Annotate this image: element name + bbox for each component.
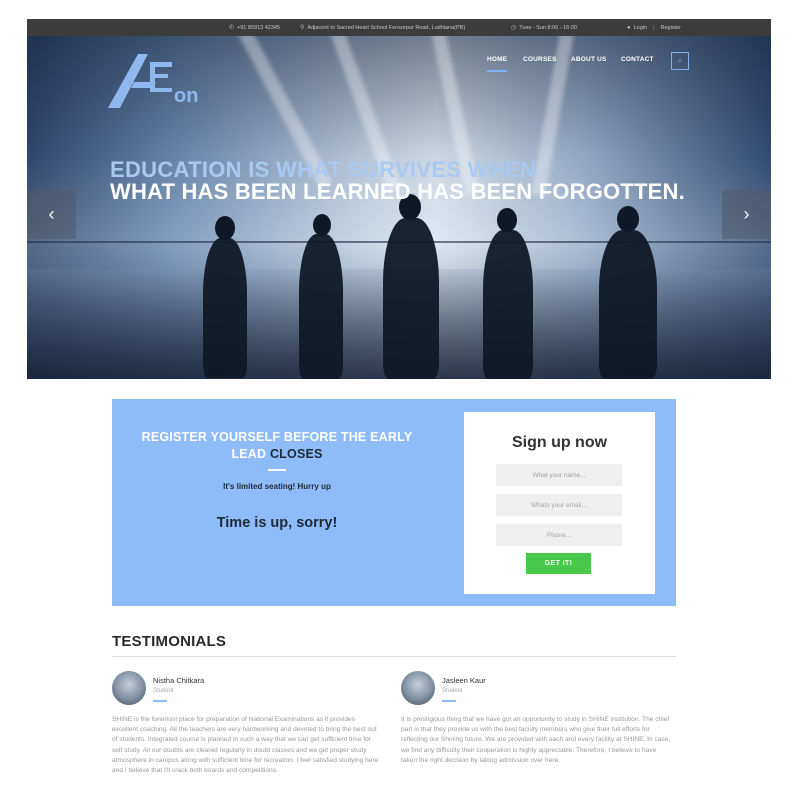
phone-input[interactable] (496, 524, 622, 546)
logo-on-text: on (174, 85, 198, 107)
chevron-left-icon: ‹ (48, 204, 55, 224)
avatar (401, 671, 435, 705)
hours-info: ◷ Tues - Sun 8:00 - 16:00 (511, 24, 577, 32)
logo-stroke-a (108, 54, 148, 108)
hours-text: Tues - Sun 8:00 - 16:00 (519, 24, 577, 31)
logo-stroke-e (150, 88, 172, 92)
login-link[interactable]: Login (634, 25, 647, 31)
hero-headline-line2: WHAT HAS BEEN LEARNED HAS BEEN FORGOTTEN… (110, 179, 685, 204)
phone-icon: ✆ (229, 25, 235, 31)
register-title: REGISTER YOURSELF BEFORE THE EARLY LEAD … (132, 429, 422, 463)
register-divider (268, 469, 286, 471)
person-silhouette (383, 218, 439, 379)
search-button[interactable]: ⌕ (671, 52, 689, 70)
link-separator: | (653, 24, 655, 31)
person-silhouette (497, 208, 517, 232)
testimonial-text: It is prestigious thing that we have got… (401, 716, 671, 764)
person-silhouette (203, 238, 247, 378)
nav-about-us[interactable]: ABOUT US (571, 56, 607, 63)
account-links: ● Login | Register (627, 25, 681, 31)
slider-next-button[interactable]: › (722, 190, 771, 239)
register-link[interactable]: Register (661, 25, 681, 31)
testimonial-text: SHINE is the foremost place for preparat… (112, 716, 379, 775)
person-silhouette (215, 216, 235, 240)
person-silhouette (313, 214, 331, 236)
address-info: ⚲ Adjacent to Sacred Heart School Feroze… (300, 24, 466, 32)
nav-courses[interactable]: COURSES (523, 56, 557, 63)
testimonial-accent-line (442, 700, 456, 702)
nav-home[interactable]: HOME (487, 56, 508, 72)
address-text: Adjacent to Sacred Heart School Ferozepu… (307, 24, 466, 31)
location-pin-icon: ⚲ (300, 25, 305, 31)
person-silhouette (299, 234, 343, 379)
search-icon: ⌕ (677, 56, 683, 65)
get-it-button[interactable]: GET IT! (526, 553, 591, 574)
testimonials-divider (112, 656, 676, 657)
person-silhouette (483, 230, 533, 379)
testimonial-name: Jasleen Kaur (442, 676, 486, 685)
clock-icon: ◷ (511, 25, 517, 31)
person-silhouette (617, 206, 639, 232)
register-subtitle: It's limited seating! Hurry up (223, 482, 331, 491)
register-title-highlight: CLOSES (269, 447, 323, 461)
nav-contact[interactable]: CONTACT (621, 56, 654, 63)
testimonial-accent-line (153, 700, 167, 702)
testimonial-role: Student (153, 688, 174, 694)
user-icon: ● (627, 24, 631, 31)
logo-stroke-e (150, 74, 168, 78)
testimonial-name: Nistha Chitkara (153, 676, 205, 685)
avatar (112, 671, 146, 705)
name-input[interactable] (496, 464, 622, 486)
top-info-bar: ✆ +91 85913 42345 ⚲ Adjacent to Sacred H… (27, 19, 771, 36)
testimonials-heading: TESTIMONIALS (112, 633, 227, 650)
person-silhouette (599, 230, 657, 379)
slider-prev-button[interactable]: ‹ (27, 190, 76, 239)
signup-title: Sign up now (511, 434, 608, 451)
phone-number: +91 85913 42345 (237, 24, 281, 31)
testimonial-role: Student (442, 688, 463, 694)
email-input[interactable] (496, 494, 622, 516)
signup-form: Sign up now GET IT! (464, 412, 655, 594)
phone-info: ✆ +91 85913 42345 (229, 24, 281, 32)
chevron-right-icon: › (743, 204, 750, 224)
aeon-logo[interactable]: on (108, 52, 243, 112)
countdown-timer: Time is up, sorry! (216, 515, 338, 531)
